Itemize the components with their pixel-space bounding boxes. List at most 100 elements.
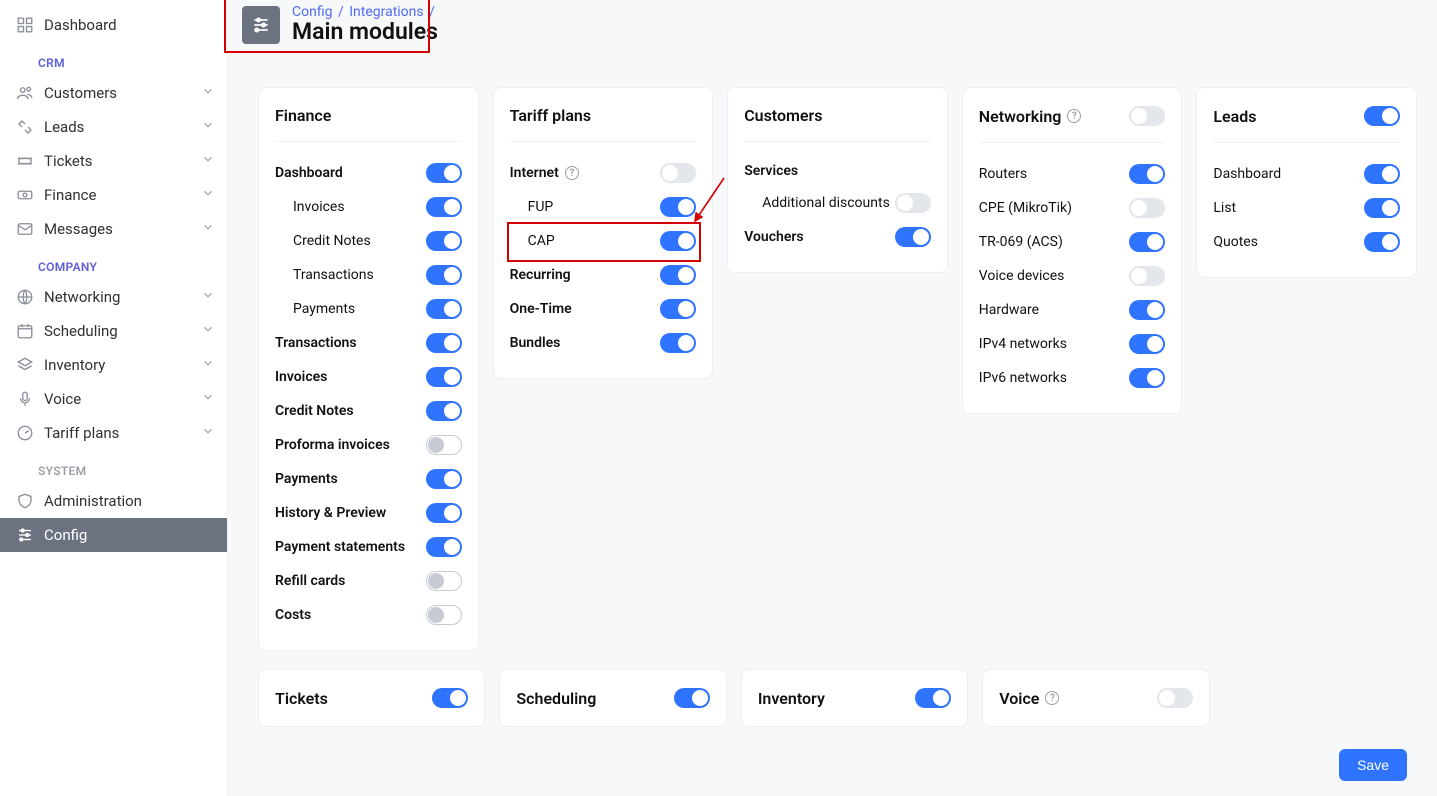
chevron-down-icon: [201, 322, 215, 340]
page-header: Config / Integrations / Main modules: [228, 0, 1437, 57]
setting-row: IPv6 networks: [979, 361, 1166, 395]
toggle-internet[interactable]: [660, 163, 696, 183]
setting-row: List: [1213, 191, 1400, 225]
toggle-voice[interactable]: [1157, 688, 1193, 708]
toggle-costs[interactable]: [426, 605, 462, 625]
setting-label: IPv4 networks: [979, 336, 1067, 352]
footer: Save: [228, 739, 1437, 795]
card-customers: Customers ServicesAdditional discountsVo…: [727, 87, 948, 273]
help-icon[interactable]: ?: [1045, 691, 1059, 705]
sidebar-item-label: Scheduling: [44, 322, 201, 340]
sidebar-item-tariff-plans[interactable]: Tariff plans: [0, 416, 227, 450]
setting-label: Invoices: [275, 199, 345, 215]
toggle-cap[interactable]: [660, 231, 696, 251]
setting-label: Payments: [275, 471, 338, 487]
help-icon[interactable]: ?: [1067, 109, 1081, 123]
toggle-routers[interactable]: [1129, 164, 1165, 184]
ticket-icon: [14, 152, 36, 170]
setting-row: Proforma invoices: [275, 428, 462, 462]
toggle-inventory[interactable]: [915, 688, 951, 708]
card-title-leads: Leads: [1213, 107, 1256, 126]
chevron-down-icon: [201, 84, 215, 102]
toggle-bundles[interactable]: [660, 333, 696, 353]
toggle-history-preview[interactable]: [426, 503, 462, 523]
setting-label: Invoices: [275, 369, 327, 385]
toggle-payment-statements[interactable]: [426, 537, 462, 557]
sidebar-item-label: Leads: [44, 118, 201, 136]
sidebar-item-label: Dashboard: [44, 16, 215, 34]
sidebar-item-leads[interactable]: Leads: [0, 110, 227, 144]
card-tariff-plans: Tariff plans Internet ?FUPCAPRecurringOn…: [493, 87, 714, 379]
toggle-ipv4-networks[interactable]: [1129, 334, 1165, 354]
sidebar-item-administration[interactable]: Administration: [0, 484, 227, 518]
toggle-recurring[interactable]: [660, 265, 696, 285]
toggle-invoices[interactable]: [426, 197, 462, 217]
sidebar-item-voice[interactable]: Voice: [0, 382, 227, 416]
sidebar-item-dashboard[interactable]: Dashboard: [0, 8, 227, 42]
toggle-transactions[interactable]: [426, 265, 462, 285]
card-title: Scheduling: [516, 689, 596, 708]
sidebar-item-scheduling[interactable]: Scheduling: [0, 314, 227, 348]
mic-icon: [14, 390, 36, 408]
setting-row: Additional discounts: [744, 186, 931, 220]
save-button[interactable]: Save: [1339, 749, 1407, 781]
toggle-tickets[interactable]: [432, 688, 468, 708]
sidebar-item-networking[interactable]: Networking: [0, 280, 227, 314]
nav-section-label: CRM: [0, 42, 227, 76]
toggle-transactions[interactable]: [426, 333, 462, 353]
sidebar-item-messages[interactable]: Messages: [0, 212, 227, 246]
setting-label: List: [1213, 200, 1236, 216]
card-title: Inventory: [758, 689, 825, 708]
sidebar-item-customers[interactable]: Customers: [0, 76, 227, 110]
setting-label: History & Preview: [275, 505, 386, 521]
toggle-credit-notes[interactable]: [426, 231, 462, 251]
toggle-dashboard[interactable]: [426, 163, 462, 183]
sidebar-item-config[interactable]: Config: [0, 518, 227, 552]
toggle-vouchers[interactable]: [895, 227, 931, 247]
toggle-refill-cards[interactable]: [426, 571, 462, 591]
toggle-hardware[interactable]: [1129, 300, 1165, 320]
setting-row: Voice devices: [979, 259, 1166, 293]
setting-row: CAP: [510, 224, 697, 258]
toggle-one-time[interactable]: [660, 299, 696, 319]
toggle-scheduling[interactable]: [674, 688, 710, 708]
setting-row: Refill cards: [275, 564, 462, 598]
toggle-ipv6-networks[interactable]: [1129, 368, 1165, 388]
toggle-payments[interactable]: [426, 299, 462, 319]
toggle-dashboard[interactable]: [1364, 164, 1400, 184]
toggle-tr-069-acs-[interactable]: [1129, 232, 1165, 252]
sidebar: Dashboard CRMCustomers Leads Tickets Financ…: [0, 0, 228, 796]
setting-label: Transactions: [275, 335, 357, 351]
toggle-credit-notes[interactable]: [426, 401, 462, 421]
chevron-down-icon: [201, 152, 215, 170]
help-icon[interactable]: ?: [565, 166, 579, 180]
setting-row: Costs: [275, 598, 462, 632]
toggle-fup[interactable]: [660, 197, 696, 217]
sidebar-item-inventory[interactable]: Inventory: [0, 348, 227, 382]
setting-row: Bundles: [510, 326, 697, 360]
setting-label: Vouchers: [744, 229, 803, 245]
toggle-leads-header[interactable]: [1364, 106, 1400, 126]
setting-label: Additional discounts: [744, 195, 890, 211]
sidebar-item-tickets[interactable]: Tickets: [0, 144, 227, 178]
setting-row: Internet ?: [510, 156, 697, 190]
toggle-invoices[interactable]: [426, 367, 462, 387]
setting-row: Payment statements: [275, 530, 462, 564]
toggle-payments[interactable]: [426, 469, 462, 489]
toggle-additional-discounts[interactable]: [895, 193, 931, 213]
content: Finance DashboardInvoicesCredit NotesTra…: [228, 57, 1437, 739]
toggle-voice-devices[interactable]: [1129, 266, 1165, 286]
mail-icon: [14, 220, 36, 238]
sidebar-item-label: Tickets: [44, 152, 201, 170]
toggle-cpe-mikrotik-[interactable]: [1129, 198, 1165, 218]
toggle-proforma-invoices[interactable]: [426, 435, 462, 455]
card-networking: Networking? RoutersCPE (MikroTik)TR-069 …: [962, 87, 1183, 414]
setting-label: Credit Notes: [275, 233, 371, 249]
sidebar-item-finance[interactable]: Finance: [0, 178, 227, 212]
card-tickets: Tickets: [258, 669, 485, 727]
setting-row: Dashboard: [1213, 157, 1400, 191]
card-title-networking: Networking: [979, 107, 1062, 126]
toggle-list[interactable]: [1364, 198, 1400, 218]
toggle-quotes[interactable]: [1364, 232, 1400, 252]
toggle-networking-header[interactable]: [1129, 106, 1165, 126]
